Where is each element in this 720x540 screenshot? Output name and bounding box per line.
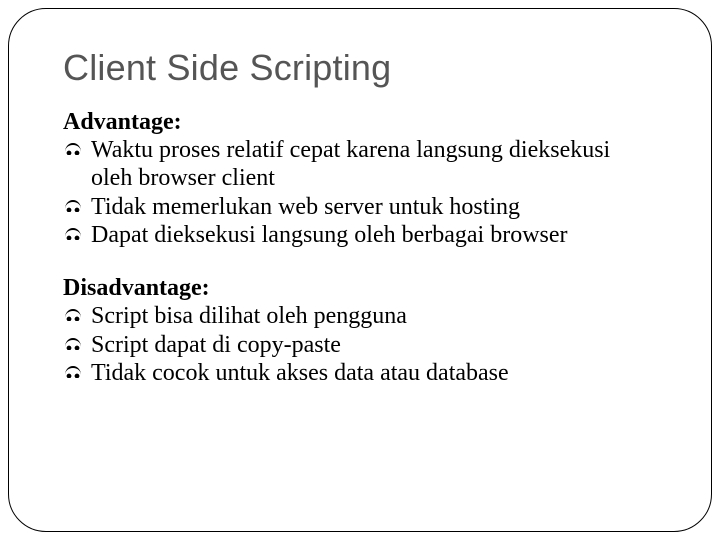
slide-title: Client Side Scripting xyxy=(63,47,657,89)
list-item: Tidak memerlukan web server untuk hostin… xyxy=(63,193,657,221)
section-heading-disadvantage: Disadvantage: xyxy=(63,275,657,302)
disadvantage-list: Script bisa dilihat oleh pengguna Script… xyxy=(63,302,657,387)
list-item: Script dapat di copy-paste xyxy=(63,331,657,359)
advantage-list: Waktu proses relatif cepat karena langsu… xyxy=(63,136,657,249)
list-item: Tidak cocok untuk akses data atau databa… xyxy=(63,359,657,387)
list-item: Script bisa dilihat oleh pengguna xyxy=(63,302,657,330)
slide-frame: Client Side Scripting Advantage: Waktu p… xyxy=(8,8,712,532)
slide: Client Side Scripting Advantage: Waktu p… xyxy=(0,0,720,540)
section-heading-advantage: Advantage: xyxy=(63,109,657,136)
list-item: Waktu proses relatif cepat karena langsu… xyxy=(63,136,657,193)
list-item: Dapat dieksekusi langsung oleh berbagai … xyxy=(63,221,657,249)
